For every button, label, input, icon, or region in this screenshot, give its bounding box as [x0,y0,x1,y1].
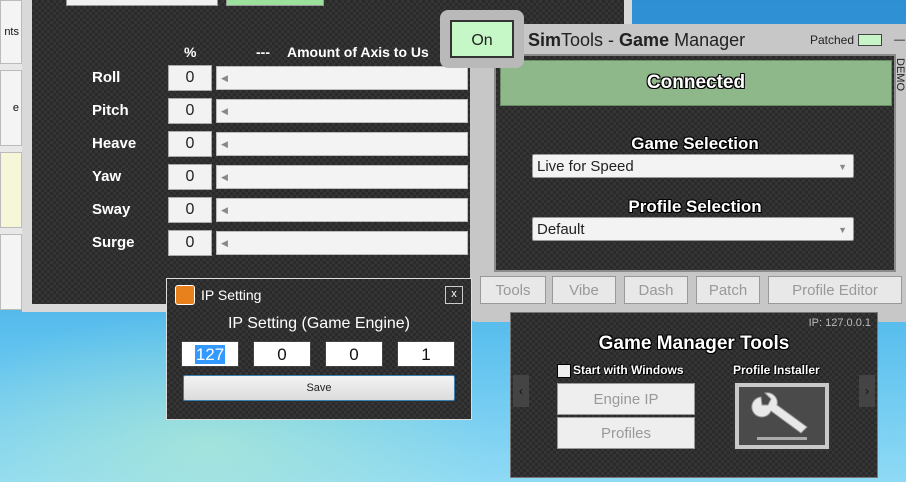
game-selection-label: Game Selection [631,134,759,153]
strip-item[interactable]: nts [0,0,22,64]
axis-slider[interactable]: ◀ [216,165,468,189]
tab-patch[interactable]: Patch [696,276,760,304]
window-title: SimTools - Game Manager [528,30,746,50]
axis-value-input[interactable]: 0 [168,230,212,256]
dash-header: --- [256,44,270,60]
background-window-strip: nts e [0,0,23,310]
save-button[interactable]: Save [183,375,455,401]
dialog-title: IP Setting [201,287,262,303]
axis-slider[interactable]: ◀ [216,66,468,90]
axis-slider[interactable]: ◀ [216,99,468,123]
axis-label: Sway [92,201,131,218]
ip-octet-1-input[interactable]: 127 [181,341,239,367]
game-selection-dropdown[interactable]: Live for Speed ▼ [532,154,854,178]
axis-value-input[interactable]: 0 [168,98,212,124]
close-icon[interactable]: x [445,286,463,304]
axis-value-input[interactable]: 0 [168,65,212,91]
tools-title: Game Manager Tools [598,333,790,354]
tab-dash[interactable]: Dash [624,276,688,304]
profiles-button[interactable]: Profiles [557,417,695,449]
start-with-windows-label: Start with Windows [573,363,684,377]
slider-left-arrow-icon[interactable]: ◀ [221,205,228,216]
prev-arrow-icon[interactable]: ‹ [513,375,529,407]
ip-octet-2-input[interactable]: 0 [253,341,311,367]
axis-slider[interactable]: ◀ [216,198,468,222]
ip-address-label: IP: 127.0.0.1 [808,317,871,329]
on-toggle-frame: On [440,10,524,68]
connection-status: Connected [500,60,892,106]
chevron-down-icon: ▼ [838,225,847,235]
tab-profile-editor[interactable]: Profile Editor [768,276,902,304]
percent-header: % [184,44,197,60]
tab-vibe[interactable]: Vibe [552,276,616,304]
axis-value-input[interactable]: 0 [168,131,212,157]
axis-label: Roll [92,69,121,86]
ip-octet-3-input[interactable]: 0 [325,341,383,367]
patched-indicator [858,34,882,46]
engine-ip-button[interactable]: Engine IP [557,383,695,415]
ip-setting-dialog: IP Setting x IP Setting (Game Engine) 12… [166,278,472,420]
ip-octet-4-input[interactable]: 1 [397,341,455,367]
next-arrow-icon[interactable]: › [859,375,875,407]
app-icon [175,285,195,305]
top-field[interactable] [66,0,218,6]
tab-tools[interactable]: Tools [480,276,546,304]
axis-value-input[interactable]: 0 [168,197,212,223]
axis-label: Pitch [92,102,129,119]
axis-label: Surge [92,234,135,251]
wrench-icon [739,387,825,445]
patched-label: Patched [810,33,855,47]
strip-item[interactable]: e [0,70,22,146]
slider-left-arrow-icon[interactable]: ◀ [221,172,228,183]
amount-header: Amount of Axis to Us [287,44,429,60]
slider-left-arrow-icon[interactable]: ◀ [221,106,228,117]
start-with-windows-checkbox[interactable] [557,364,571,378]
axis-label: Yaw [92,168,122,185]
minimize-icon[interactable]: — [894,34,906,46]
profile-installer-label: Profile Installer [733,363,820,377]
axis-value-input[interactable]: 0 [168,164,212,190]
profile-selection-label: Profile Selection [628,197,762,216]
slider-left-arrow-icon[interactable]: ◀ [221,73,228,84]
slider-left-arrow-icon[interactable]: ◀ [221,238,228,249]
profile-selection-dropdown[interactable]: Default ▼ [532,217,854,241]
on-button[interactable]: On [450,20,514,58]
axis-slider[interactable]: ◀ [216,231,468,255]
slider-left-arrow-icon[interactable]: ◀ [221,139,228,150]
game-manager-tools-panel: IP: 127.0.0.1 Game Manager Tools Start w… [510,312,878,478]
ip-heading: IP Setting (Game Engine) [227,315,411,332]
axis-slider[interactable]: ◀ [216,132,468,156]
profile-installer-button[interactable] [733,381,831,451]
chevron-down-icon: ▼ [838,162,847,172]
game-manager-window: SimTools - Game Manager Patched — DEMO C… [470,24,906,322]
axis-label: Heave [92,135,137,152]
strip-item[interactable] [0,234,22,310]
strip-item[interactable] [0,152,22,228]
connection-panel: Connected Game Selection Live for Speed … [494,54,896,272]
top-field-green[interactable] [226,0,324,6]
